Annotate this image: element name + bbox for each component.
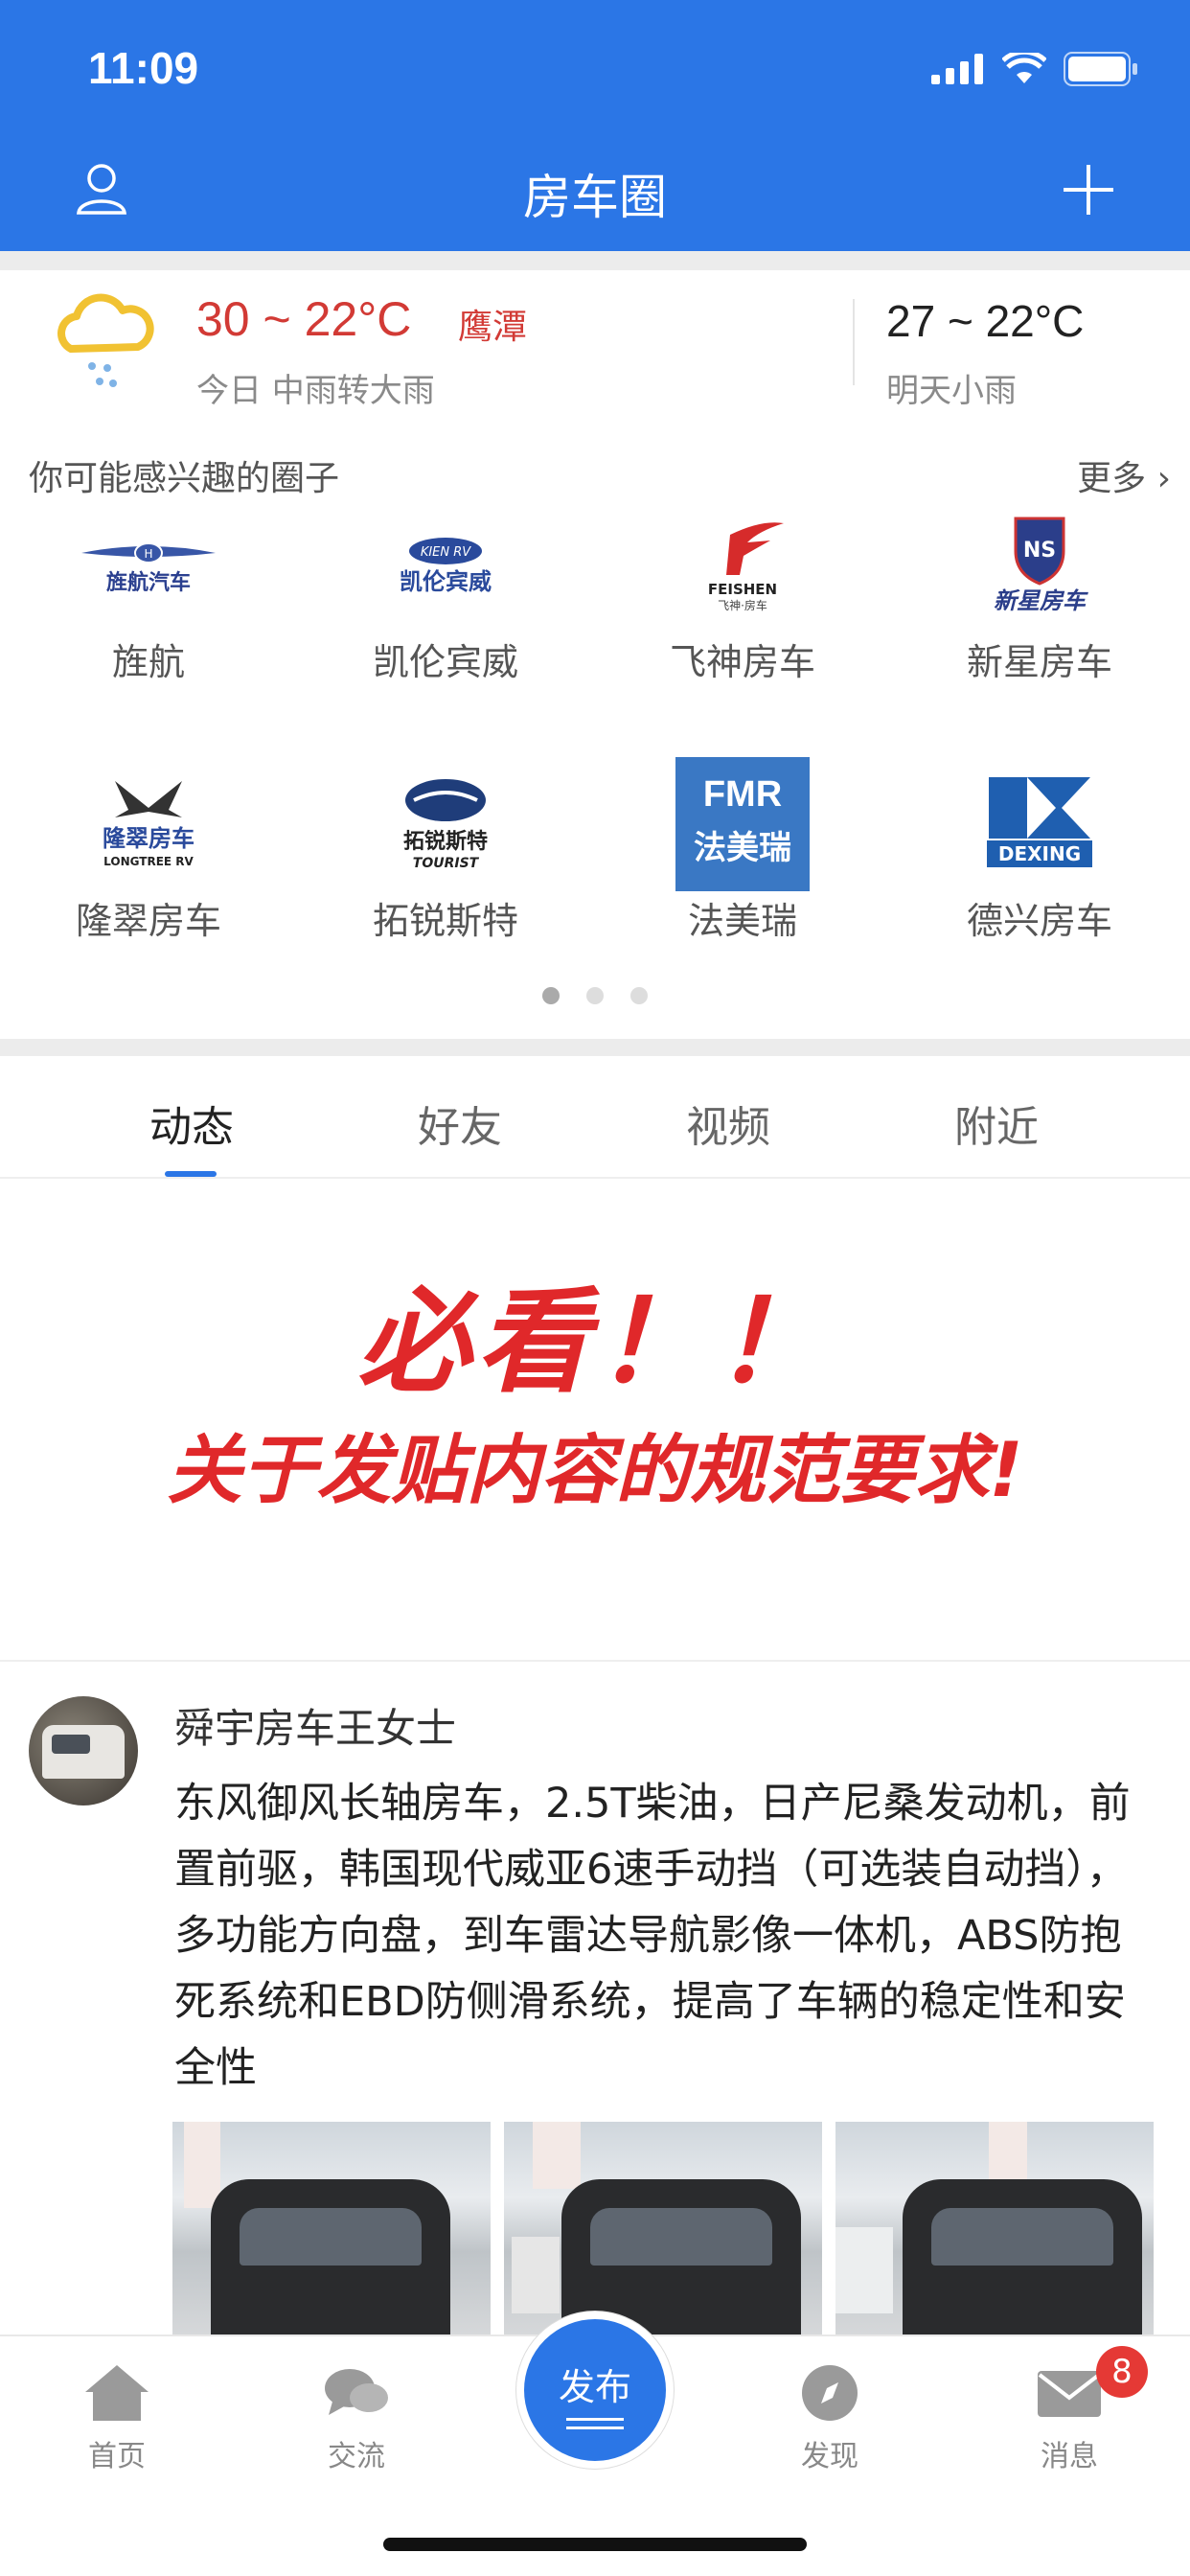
tabbar-chat[interactable]: 交流 (289, 2363, 423, 2474)
tabbar-home[interactable]: 首页 (50, 2363, 184, 2474)
circle-item-fameirui[interactable]: FMR 法美瑞 法美瑞 (594, 757, 891, 944)
xinxing-logo: NS 新星房车 (963, 517, 1116, 614)
tabbar-home-label: 首页 (88, 2440, 146, 2473)
today-temperature: 30 ~ 22°C (196, 292, 412, 346)
active-tab-indicator (165, 1171, 217, 1177)
svg-text:KIEN RV: KIEN RV (421, 545, 471, 560)
circle-item-feishen[interactable]: FEISHEN 飞神·房车 飞神房车 (594, 518, 891, 685)
tourist-logo: 拓锐斯特 TOURIST (369, 776, 522, 872)
circle-name: 新星房车 (966, 641, 1112, 683)
circle-item-longtree[interactable]: 隆翠房车 LONGTREE RV 隆翠房车 (0, 776, 297, 944)
svg-text:飞神·房车: 飞神·房车 (718, 598, 767, 612)
svg-text:FEISHEN: FEISHEN (708, 581, 777, 598)
circle-item-xinxing[interactable]: NS 新星房车 新星房车 (891, 517, 1188, 685)
post-photo[interactable] (835, 2122, 1154, 2338)
publish-button[interactable]: 发布 (516, 2312, 674, 2469)
circle-name: 隆翠房车 (75, 900, 221, 942)
svg-text:H: H (144, 547, 152, 561)
banner-headline: 必看！！ (356, 1276, 833, 1408)
notice-banner[interactable]: 必看！！ 关于发贴内容的规范要求! (0, 1181, 1190, 1660)
post-photo[interactable] (172, 2122, 491, 2338)
svg-text:拓锐斯特: 拓锐斯特 (403, 829, 488, 854)
publish-label: 发布 (558, 2366, 631, 2408)
circle-name: 凯伦宾威 (372, 641, 518, 683)
avatar[interactable] (29, 1696, 138, 1806)
page-dot-active[interactable] (542, 987, 560, 1004)
app-header: 11:09 房车圈 (0, 0, 1190, 251)
longtree-logo: 隆翠房车 LONGTREE RV (72, 776, 225, 872)
tab-dynamic[interactable]: 动态 (48, 1092, 335, 1154)
svg-text:隆翠房车: 隆翠房车 (103, 825, 195, 852)
svg-text:TOURIST: TOURIST (413, 856, 480, 871)
battery-icon (1064, 52, 1137, 86)
page-indicator[interactable] (0, 987, 1190, 1004)
circle-name: 飞神房车 (669, 641, 815, 683)
circle-item-dexing[interactable]: DEXING 德兴房车 (891, 776, 1188, 944)
message-count-badge: 8 (1096, 2346, 1148, 2398)
circle-name: 法美瑞 (687, 900, 797, 942)
wifi-icon (1002, 53, 1046, 83)
weather-card[interactable]: 30 ~ 22°C 鹰潭 今日 中雨转大雨 27 ~ 22°C 明天小雨 (0, 270, 1190, 412)
svg-text:新星房车: 新星房车 (994, 587, 1088, 614)
post-divider (0, 1660, 1190, 1662)
tabbar-discover-label: 发现 (801, 2440, 858, 2473)
city-name: 鹰潭 (458, 308, 528, 347)
signal-icon (931, 54, 983, 84)
svg-text:LONGTREE RV: LONGTREE RV (103, 855, 194, 868)
home-indicator[interactable] (383, 2538, 807, 2551)
tab-friends[interactable]: 好友 (316, 1092, 604, 1154)
post-photo[interactable] (504, 2122, 822, 2338)
tabbar-discover[interactable]: 发现 (763, 2363, 897, 2474)
status-time: 11:09 (88, 43, 199, 93)
status-icons (931, 52, 1138, 86)
page-dot[interactable] (586, 987, 604, 1004)
section-divider (0, 251, 1190, 270)
mail-icon (1038, 2371, 1101, 2417)
svg-text:凯伦宾威: 凯伦宾威 (400, 568, 492, 595)
dexing-logo: DEXING (963, 776, 1116, 872)
svg-text:NS: NS (1023, 539, 1056, 563)
circle-item-tourist[interactable]: 拓锐斯特 TOURIST 拓锐斯特 (297, 776, 594, 944)
circle-name: 旌航 (111, 641, 185, 683)
svg-text:DEXING: DEXING (998, 842, 1081, 865)
circles-heading: 你可能感兴趣的圈子 (29, 459, 340, 498)
chat-icon (325, 2369, 388, 2415)
more-link[interactable]: 更多 › (1077, 450, 1171, 500)
feed-tabs: 动态 好友 视频 附近 (0, 1054, 1190, 1179)
feishen-logo: FEISHEN 飞神·房车 (666, 518, 819, 613)
svg-text:旌航汽车: 旌航汽车 (106, 570, 191, 595)
home-icon (85, 2365, 149, 2421)
today-description: 今日 中雨转大雨 (196, 372, 435, 410)
page-dot[interactable] (630, 987, 648, 1004)
jinghang-logo: H 旌航汽车 (72, 518, 225, 613)
tab-video[interactable]: 视频 (584, 1092, 872, 1154)
page-title: 房车圈 (523, 170, 667, 225)
compass-icon (802, 2365, 858, 2421)
circle-item-kailun[interactable]: KIEN RV 凯伦宾威 凯伦宾威 (297, 518, 594, 685)
tomorrow-temperature: 27 ~ 22°C (886, 296, 1085, 346)
tomorrow-description: 明天小雨 (886, 372, 1017, 410)
kailun-logo: KIEN RV 凯伦宾威 (369, 518, 522, 613)
banner-subline: 关于发贴内容的规范要求! (167, 1428, 1023, 1514)
post-author[interactable]: 舜宇房车王女士 (174, 1696, 456, 1755)
post-text[interactable]: 东风御风长轴房车，2.5T柴油，日产尼桑发动机，前置前驱，韩国现代威亚6速手动挡… (174, 1771, 1152, 2102)
circle-name: 德兴房车 (966, 900, 1112, 942)
add-icon[interactable] (1060, 161, 1117, 218)
circle-name: 拓锐斯特 (372, 900, 518, 942)
tabbar-chat-label: 交流 (328, 2440, 385, 2473)
circle-item-jinghang[interactable]: H 旌航汽车 旌航 (0, 518, 297, 685)
tabbar-messages-label: 消息 (1041, 2440, 1098, 2473)
rain-cloud-icon (57, 293, 154, 387)
fameirui-logo: FMR 法美瑞 (666, 757, 819, 891)
weather-divider (853, 299, 855, 385)
tab-nearby[interactable]: 附近 (853, 1092, 1140, 1154)
post-photos (172, 2122, 1154, 2338)
